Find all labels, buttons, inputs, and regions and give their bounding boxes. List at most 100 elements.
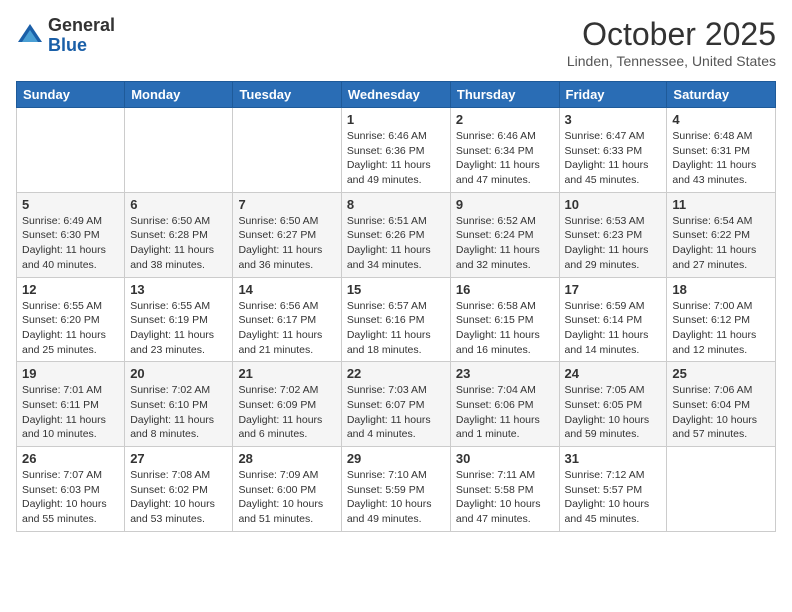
weekday-header: Thursday	[450, 82, 559, 108]
day-number: 28	[238, 451, 335, 466]
day-info: Sunrise: 6:46 AMSunset: 6:34 PMDaylight:…	[456, 129, 554, 188]
day-info: Sunrise: 7:06 AMSunset: 6:04 PMDaylight:…	[672, 383, 770, 442]
day-number: 21	[238, 366, 335, 381]
weekday-header: Saturday	[667, 82, 776, 108]
day-number: 4	[672, 112, 770, 127]
calendar-cell: 26 Sunrise: 7:07 AMSunset: 6:03 PMDayligh…	[17, 447, 125, 532]
day-info: Sunrise: 6:55 AMSunset: 6:19 PMDaylight:…	[130, 299, 227, 358]
day-number: 5	[22, 197, 119, 212]
weekday-header: Wednesday	[341, 82, 450, 108]
day-number: 31	[565, 451, 662, 466]
day-info: Sunrise: 7:01 AMSunset: 6:11 PMDaylight:…	[22, 383, 119, 442]
calendar-cell: 19 Sunrise: 7:01 AMSunset: 6:11 PMDayligh…	[17, 362, 125, 447]
calendar-cell: 20 Sunrise: 7:02 AMSunset: 6:10 PMDayligh…	[125, 362, 233, 447]
calendar-cell: 5 Sunrise: 6:49 AMSunset: 6:30 PMDaylight…	[17, 192, 125, 277]
weekday-header: Tuesday	[233, 82, 341, 108]
calendar-cell: 18 Sunrise: 7:00 AMSunset: 6:12 PMDayligh…	[667, 277, 776, 362]
calendar-cell: 3 Sunrise: 6:47 AMSunset: 6:33 PMDaylight…	[559, 108, 667, 193]
day-info: Sunrise: 6:57 AMSunset: 6:16 PMDaylight:…	[347, 299, 445, 358]
day-number: 12	[22, 282, 119, 297]
calendar-cell: 25 Sunrise: 7:06 AMSunset: 6:04 PMDayligh…	[667, 362, 776, 447]
day-info: Sunrise: 6:58 AMSunset: 6:15 PMDaylight:…	[456, 299, 554, 358]
calendar-cell: 30Sunrise: 7:11 AMSunset: 5:58 PMDayligh…	[450, 447, 559, 532]
day-number: 29	[347, 451, 445, 466]
day-info: Sunrise: 7:00 AMSunset: 6:12 PMDaylight:…	[672, 299, 770, 358]
day-number: 26	[22, 451, 119, 466]
calendar: SundayMondayTuesdayWednesdayThursdayFrid…	[16, 81, 776, 532]
day-info: Sunrise: 6:48 AMSunset: 6:31 PMDaylight:…	[672, 129, 770, 188]
calendar-cell: 31Sunrise: 7:12 AMSunset: 5:57 PMDayligh…	[559, 447, 667, 532]
day-number: 1	[347, 112, 445, 127]
calendar-cell: 14 Sunrise: 6:56 AMSunset: 6:17 PMDayligh…	[233, 277, 341, 362]
day-info: Sunrise: 7:03 AMSunset: 6:07 PMDaylight:…	[347, 383, 445, 442]
calendar-cell	[17, 108, 125, 193]
day-number: 20	[130, 366, 227, 381]
day-number: 25	[672, 366, 770, 381]
day-info: Sunrise: 6:53 AMSunset: 6:23 PMDaylight:…	[565, 214, 662, 273]
day-info: Sunrise: 7:05 AMSunset: 6:05 PMDaylight:…	[565, 383, 662, 442]
day-number: 8	[347, 197, 445, 212]
calendar-cell: 15 Sunrise: 6:57 AMSunset: 6:16 PMDayligh…	[341, 277, 450, 362]
day-info: Sunrise: 6:52 AMSunset: 6:24 PMDaylight:…	[456, 214, 554, 273]
calendar-cell: 6 Sunrise: 6:50 AMSunset: 6:28 PMDaylight…	[125, 192, 233, 277]
day-number: 14	[238, 282, 335, 297]
day-number: 23	[456, 366, 554, 381]
day-info: Sunrise: 6:56 AMSunset: 6:17 PMDaylight:…	[238, 299, 335, 358]
logo-blue: Blue	[48, 35, 87, 55]
day-info: Sunrise: 7:07 AMSunset: 6:03 PMDaylight:…	[22, 468, 119, 527]
day-number: 13	[130, 282, 227, 297]
day-number: 19	[22, 366, 119, 381]
day-info: Sunrise: 7:02 AMSunset: 6:09 PMDaylight:…	[238, 383, 335, 442]
calendar-cell: 24 Sunrise: 7:05 AMSunset: 6:05 PMDayligh…	[559, 362, 667, 447]
calendar-cell: 13 Sunrise: 6:55 AMSunset: 6:19 PMDayligh…	[125, 277, 233, 362]
day-info: Sunrise: 7:08 AMSunset: 6:02 PMDaylight:…	[130, 468, 227, 527]
calendar-cell: 11 Sunrise: 6:54 AMSunset: 6:22 PMDayligh…	[667, 192, 776, 277]
calendar-cell: 16 Sunrise: 6:58 AMSunset: 6:15 PMDayligh…	[450, 277, 559, 362]
day-info: Sunrise: 6:50 AMSunset: 6:28 PMDaylight:…	[130, 214, 227, 273]
day-number: 22	[347, 366, 445, 381]
logo: General Blue	[16, 16, 115, 56]
day-info: Sunrise: 6:49 AMSunset: 6:30 PMDaylight:…	[22, 214, 119, 273]
day-info: Sunrise: 6:46 AMSunset: 6:36 PMDaylight:…	[347, 129, 445, 188]
day-number: 10	[565, 197, 662, 212]
calendar-cell: 7Sunrise: 6:50 AMSunset: 6:27 PMDaylight…	[233, 192, 341, 277]
logo-general: General	[48, 15, 115, 35]
calendar-header-row: SundayMondayTuesdayWednesdayThursdayFrid…	[17, 82, 776, 108]
weekday-header: Monday	[125, 82, 233, 108]
logo-text: General Blue	[48, 16, 115, 56]
day-info: Sunrise: 7:02 AMSunset: 6:10 PMDaylight:…	[130, 383, 227, 442]
calendar-cell: 21 Sunrise: 7:02 AMSunset: 6:09 PMDayligh…	[233, 362, 341, 447]
calendar-week-row: 5 Sunrise: 6:49 AMSunset: 6:30 PMDaylight…	[17, 192, 776, 277]
day-number: 16	[456, 282, 554, 297]
day-info: Sunrise: 6:54 AMSunset: 6:22 PMDaylight:…	[672, 214, 770, 273]
calendar-cell: 23 Sunrise: 7:04 AMSunset: 6:06 PMDayligh…	[450, 362, 559, 447]
calendar-cell: 8Sunrise: 6:51 AMSunset: 6:26 PMDaylight…	[341, 192, 450, 277]
page-header: General Blue October 2025 Linden, Tennes…	[16, 16, 776, 69]
calendar-week-row: 26 Sunrise: 7:07 AMSunset: 6:03 PMDayligh…	[17, 447, 776, 532]
day-info: Sunrise: 7:04 AMSunset: 6:06 PMDaylight:…	[456, 383, 554, 442]
calendar-cell: 1 Sunrise: 6:46 AMSunset: 6:36 PMDaylight…	[341, 108, 450, 193]
calendar-cell: 12Sunrise: 6:55 AMSunset: 6:20 PMDayligh…	[17, 277, 125, 362]
day-info: Sunrise: 6:59 AMSunset: 6:14 PMDaylight:…	[565, 299, 662, 358]
day-number: 3	[565, 112, 662, 127]
day-number: 18	[672, 282, 770, 297]
logo-icon	[16, 22, 44, 50]
calendar-cell: 29 Sunrise: 7:10 AMSunset: 5:59 PMDayligh…	[341, 447, 450, 532]
day-info: Sunrise: 7:10 AMSunset: 5:59 PMDaylight:…	[347, 468, 445, 527]
day-number: 2	[456, 112, 554, 127]
day-number: 11	[672, 197, 770, 212]
month-title: October 2025	[567, 16, 776, 53]
day-info: Sunrise: 7:09 AMSunset: 6:00 PMDaylight:…	[238, 468, 335, 527]
location: Linden, Tennessee, United States	[567, 53, 776, 69]
calendar-week-row: 19 Sunrise: 7:01 AMSunset: 6:11 PMDayligh…	[17, 362, 776, 447]
day-number: 6	[130, 197, 227, 212]
calendar-cell	[233, 108, 341, 193]
day-number: 15	[347, 282, 445, 297]
weekday-header: Friday	[559, 82, 667, 108]
day-number: 24	[565, 366, 662, 381]
weekday-header: Sunday	[17, 82, 125, 108]
calendar-cell: 17Sunrise: 6:59 AMSunset: 6:14 PMDayligh…	[559, 277, 667, 362]
day-info: Sunrise: 6:47 AMSunset: 6:33 PMDaylight:…	[565, 129, 662, 188]
calendar-cell: 27Sunrise: 7:08 AMSunset: 6:02 PMDayligh…	[125, 447, 233, 532]
calendar-cell: 2 Sunrise: 6:46 AMSunset: 6:34 PMDaylight…	[450, 108, 559, 193]
